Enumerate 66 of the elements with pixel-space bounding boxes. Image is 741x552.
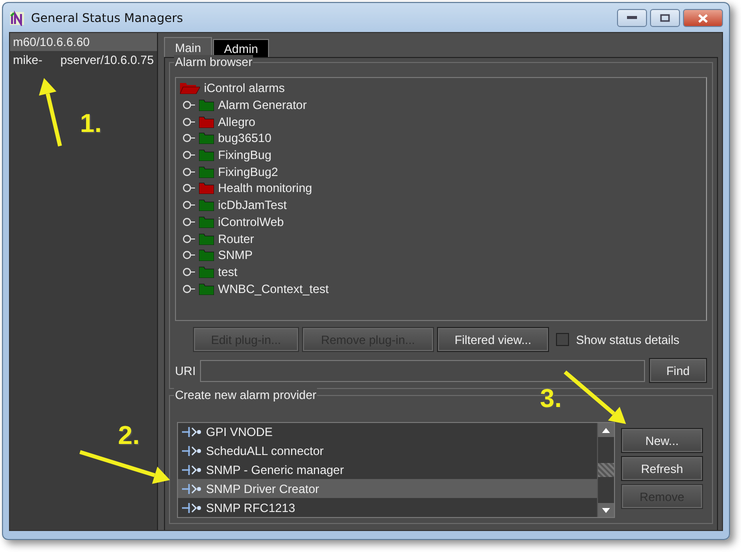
tree-node[interactable]: SNMP xyxy=(218,248,253,262)
group-title: Create new alarm provider xyxy=(174,388,318,402)
expander-icon[interactable] xyxy=(182,166,195,177)
app-logo-icon xyxy=(9,10,25,26)
tab[interactable]: Admin xyxy=(213,39,270,57)
expander-icon[interactable] xyxy=(182,200,195,210)
expander-icon[interactable] xyxy=(182,266,195,277)
tree-node[interactable]: WNBC_Context_test xyxy=(218,282,329,296)
action-button[interactable]: Refresh xyxy=(621,456,703,481)
close-icon xyxy=(698,14,708,22)
maximize-icon xyxy=(660,14,670,22)
plug-icon xyxy=(182,426,202,438)
checkbox-label: Show status details xyxy=(576,332,680,346)
expander-icon[interactable] xyxy=(182,116,195,127)
scroll-up-icon[interactable] xyxy=(602,428,610,432)
window-title: General Status Managers xyxy=(31,10,184,24)
tree-node[interactable]: FixingBug2 xyxy=(218,164,278,179)
plug-icon xyxy=(182,502,202,514)
plug-icon xyxy=(182,482,202,495)
tree-node[interactable]: Router xyxy=(218,232,254,246)
provider-item[interactable]: SNMP - Generic manager xyxy=(178,460,597,480)
server-item[interactable]: mike- pserver/10.6.0.75 xyxy=(10,51,157,69)
tree-node[interactable]: Alarm Generator xyxy=(218,98,307,112)
tree-node[interactable]: Allegro xyxy=(218,114,256,129)
provider-item[interactable]: ScheduALL connector xyxy=(178,442,597,461)
provider-item[interactable]: SNMP RFC1213 xyxy=(178,498,597,517)
tree-node[interactable]: Health monitoring xyxy=(218,181,312,196)
close-button[interactable] xyxy=(683,9,723,27)
expander-icon[interactable] xyxy=(182,150,195,160)
expander-icon[interactable] xyxy=(182,216,195,227)
plug-icon xyxy=(182,464,202,476)
checkbox[interactable] xyxy=(556,333,569,346)
arrow xyxy=(564,370,626,424)
tree-node[interactable]: FixingBug xyxy=(218,148,272,162)
minimize-icon xyxy=(627,16,637,20)
plug-icon xyxy=(182,445,202,458)
step-number: 1. xyxy=(80,108,102,139)
expander-icon[interactable] xyxy=(182,234,195,244)
scroll-down-icon[interactable] xyxy=(602,508,610,512)
tree-node[interactable]: icDbJamTest xyxy=(218,198,287,212)
uri-label: URI xyxy=(175,364,196,378)
expander-icon[interactable] xyxy=(182,250,195,260)
expander-icon[interactable] xyxy=(182,100,195,110)
group-title: Alarm browser xyxy=(174,55,254,69)
provider-item[interactable]: SNMP Driver Creator xyxy=(178,479,597,498)
arrow xyxy=(38,78,62,146)
tree-node[interactable]: test xyxy=(218,264,238,279)
provider-item[interactable]: GPI VNODE xyxy=(178,423,597,442)
uri-field[interactable] xyxy=(200,360,645,382)
tree-node[interactable]: bug36510 xyxy=(218,131,272,146)
expander-icon[interactable] xyxy=(182,284,195,294)
tab[interactable]: Main xyxy=(164,37,212,57)
step-number: 3. xyxy=(540,383,562,414)
scroll-thumb[interactable] xyxy=(598,463,614,477)
maximize-button[interactable] xyxy=(650,9,680,27)
tree-node[interactable]: iControl alarms xyxy=(204,81,285,96)
action-button[interactable]: New... xyxy=(621,428,703,453)
action-button[interactable]: Filtered view... xyxy=(437,327,549,352)
expander-icon[interactable] xyxy=(182,183,195,194)
minimize-button[interactable] xyxy=(617,9,647,27)
find-button[interactable]: Find xyxy=(649,358,707,383)
step-number: 2. xyxy=(118,420,140,451)
server-item[interactable]: m60/10.6.6.60 xyxy=(10,33,157,51)
expander-icon[interactable] xyxy=(182,133,195,144)
tree-node[interactable]: iControlWeb xyxy=(218,214,284,229)
scrollbar[interactable] xyxy=(597,423,614,517)
